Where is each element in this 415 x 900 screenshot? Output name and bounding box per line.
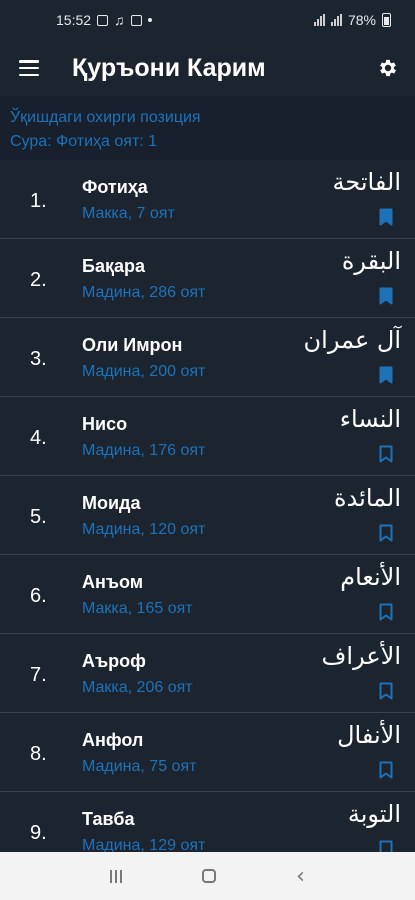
notification-icon [130,14,142,26]
status-left: 15:52 ♫ [56,12,152,28]
surah-name: Бақара [82,256,145,276]
surah-arabic-name: المائدة [333,484,401,512]
last-position-label: Ўқишдаги охирги позиция [10,109,201,126]
surah-info: Мадина, 176 оят [82,442,206,459]
surah-row[interactable]: 7. Аъроф Макка, 206 оят الأعراف [0,634,415,713]
surah-info: Мадина, 120 оят [82,521,206,538]
surah-row[interactable]: 3. Оли Имрон Мадина, 200 оят آل عمران [0,318,415,397]
surah-number: 9. [30,822,47,844]
battery-percent: 78% [347,12,376,28]
surah-row[interactable]: 2. Бақара Мадина, 286 оят البقرة [0,239,415,318]
surah-name: Нисо [82,414,128,434]
app-bar: Қуръони Карим [0,40,415,96]
surah-info: Макка, 7 оят [82,205,175,222]
surah-name: Фотиҳа [82,177,148,197]
more-notifications-icon [147,18,152,22]
surah-name: Моида [82,493,141,513]
surah-row[interactable]: 6. Анъом Макка, 165 оят الأنعام [0,555,415,634]
surah-name: Тавба [82,809,135,829]
surah-name: Анфол [82,730,144,750]
surah-info: Мадина, 75 оят [82,758,197,775]
surah-number: 8. [30,743,47,765]
surah-arabic-name: الأنفال [337,721,401,749]
menu-button[interactable] [0,40,58,96]
bookmark-filled-icon[interactable] [379,287,393,305]
surah-number: 2. [30,269,47,291]
status-right: 78% [313,12,391,28]
bookmark-outline-icon[interactable] [379,524,393,542]
hamburger-icon [19,60,39,76]
settings-button[interactable] [361,40,415,96]
surah-arabic-name: الفاتحة [332,168,401,196]
surah-arabic-name: النساء [339,405,401,433]
bookmark-outline-icon[interactable] [379,682,393,700]
surah-arabic-name: الأعراف [321,642,401,670]
surah-list: 1. Фотиҳа Макка, 7 оят الفاتحة 2. Бақара Мадин… [0,160,415,871]
surah-number: 7. [30,664,47,686]
surah-info: Мадина, 200 оят [82,363,206,380]
surah-info: Макка, 165 оят [82,600,193,617]
surah-arabic-name: التوبة [347,800,401,828]
battery-icon [382,13,391,27]
surah-name: Анъом [82,572,144,592]
signal-2-icon [330,14,342,26]
surah-number: 1. [30,190,47,212]
surah-arabic-name: البقرة [341,247,401,275]
signal-icon [313,14,325,26]
system-nav-bar: ‹ [0,852,415,900]
last-reading-position[interactable]: Ўқишдаги охирги позиция Сура: Фотиҳа оят… [0,96,415,160]
surah-info: Мадина, 286 оят [82,284,206,301]
bookmark-filled-icon[interactable] [379,366,393,384]
app-title: Қуръони Карим [72,53,266,82]
surah-row[interactable]: 5. Моида Мадина, 120 оят المائدة [0,476,415,555]
status-time: 15:52 [56,12,92,28]
surah-name: Оли Имрон [82,335,183,355]
surah-row[interactable]: 1. Фотиҳа Макка, 7 оят الفاتحة [0,160,415,239]
surah-number: 3. [30,348,47,370]
back-button[interactable]: ‹ [296,864,305,889]
surah-number: 5. [30,506,47,528]
surah-name: Аъроф [82,651,146,671]
bookmark-filled-icon[interactable] [379,208,393,226]
bookmark-outline-icon[interactable] [379,603,393,621]
surah-arabic-name: آل عمران [303,326,401,354]
music-icon: ♫ [114,12,125,28]
bookmark-outline-icon[interactable] [379,445,393,463]
recents-button[interactable] [110,869,123,883]
bookmark-outline-icon[interactable] [379,761,393,779]
gear-icon [380,59,396,77]
surah-arabic-name: الأنعام [340,563,401,591]
surah-number: 6. [30,585,47,607]
surah-row[interactable]: 8. Анфол Мадина, 75 оят الأنفال [0,713,415,792]
last-position-value: Сура: Фотиҳа оят: 1 [10,133,158,150]
surah-info: Макка, 206 оят [82,679,193,696]
surah-row[interactable]: 4. Нисо Мадина, 176 оят النساء [0,397,415,476]
gallery-icon [97,14,109,26]
home-button[interactable] [202,869,217,883]
surah-number: 4. [30,427,47,449]
status-bar: 15:52 ♫ 78% [0,0,415,40]
